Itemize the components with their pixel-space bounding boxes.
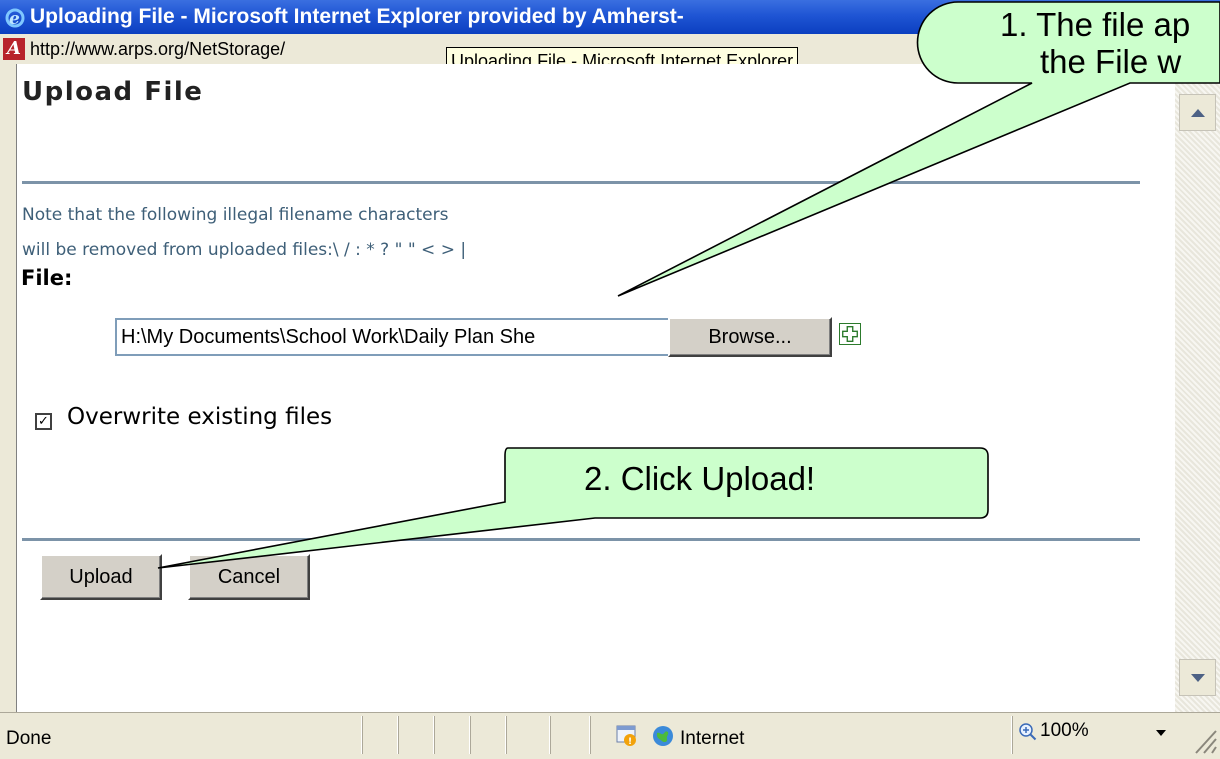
callout-2-text: 2. Click Upload! (584, 460, 816, 497)
callout-2-bubble (157, 447, 989, 569)
